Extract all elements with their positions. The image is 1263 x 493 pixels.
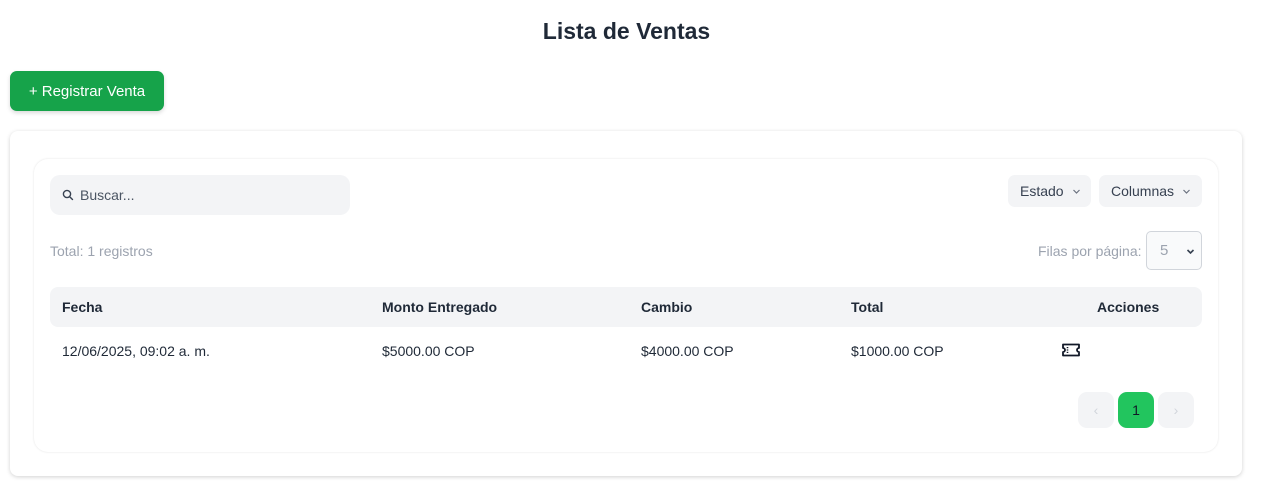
rows-per-page-select[interactable]: 5 bbox=[1146, 231, 1202, 270]
cell-fecha: 12/06/2025, 09:02 a. m. bbox=[62, 343, 210, 359]
cell-total: $1000.00 COP bbox=[851, 343, 944, 359]
previous-page-button[interactable]: ‹ bbox=[1078, 392, 1114, 428]
register-sale-button[interactable]: + Registrar Venta bbox=[10, 71, 164, 111]
column-header-total[interactable]: Total bbox=[851, 299, 883, 315]
page-1-button[interactable]: 1 bbox=[1118, 392, 1154, 428]
next-page-button[interactable]: › bbox=[1158, 392, 1194, 428]
column-header-monto-entregado[interactable]: Monto Entregado bbox=[382, 299, 497, 315]
ticket-icon[interactable] bbox=[1060, 341, 1082, 359]
chevron-down-icon bbox=[1182, 187, 1191, 196]
column-header-acciones: Acciones bbox=[1097, 299, 1160, 315]
rows-per-page-label: Filas por página: bbox=[1038, 243, 1142, 259]
total-records-text: Total: 1 registros bbox=[50, 243, 153, 259]
columnas-filter-button[interactable]: Columnas bbox=[1099, 175, 1202, 207]
estado-filter-button[interactable]: Estado bbox=[1008, 175, 1091, 207]
sales-panel: Estado Columnas Total: 1 registros Filas… bbox=[10, 131, 1242, 476]
search-icon bbox=[62, 189, 74, 201]
chevron-down-icon bbox=[1072, 187, 1081, 196]
column-header-fecha[interactable]: Fecha bbox=[62, 299, 102, 315]
cell-monto-entregado: $5000.00 COP bbox=[382, 343, 475, 359]
rows-per-page-value: 5 bbox=[1160, 242, 1169, 259]
column-header-cambio[interactable]: Cambio bbox=[641, 299, 692, 315]
columnas-filter-label: Columnas bbox=[1111, 183, 1175, 199]
page-title: Lista de Ventas bbox=[542, 18, 711, 44]
search-input[interactable] bbox=[80, 187, 340, 203]
table-header: Fecha Monto Entregado Cambio Total Accio… bbox=[50, 287, 1202, 327]
search-box[interactable] bbox=[50, 175, 350, 215]
table-row: 12/06/2025, 09:02 a. m. $5000.00 COP $40… bbox=[50, 329, 1202, 371]
sales-table-card: Estado Columnas Total: 1 registros Filas… bbox=[34, 159, 1218, 452]
estado-filter-label: Estado bbox=[1020, 183, 1064, 199]
cell-cambio: $4000.00 COP bbox=[641, 343, 734, 359]
chevron-down-icon bbox=[1186, 247, 1195, 256]
